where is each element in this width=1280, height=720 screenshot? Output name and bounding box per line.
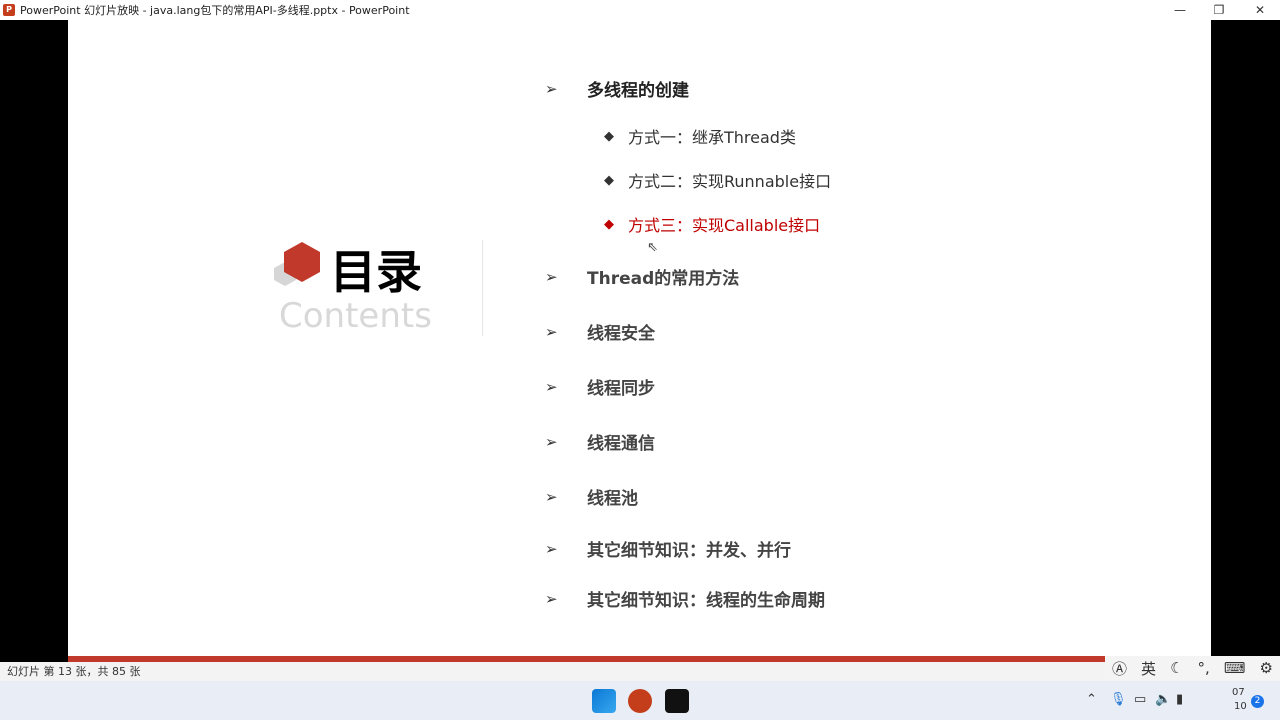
toc-label: 线程同步 [587, 379, 655, 399]
close-button[interactable]: ✕ [1240, 0, 1280, 20]
tray-chevron-icon[interactable]: ⌃ [1086, 692, 1097, 707]
toc-subitem: ◆ 方式一：继承Thread类 [604, 124, 796, 148]
toc-item: ➢ 其它细节知识：并发、并行 [545, 536, 791, 562]
windows-start-icon[interactable] [592, 689, 616, 713]
diamond-bullet-icon: ◆ [604, 172, 614, 188]
ime-toolbar: Ⓐ 英 ☾ °, ⌨ ⚙ [1105, 656, 1280, 680]
toc-sublabel: 方式一：继承Thread类 [628, 128, 796, 147]
slide-title: 目录 [330, 245, 422, 299]
settings-gear-icon[interactable]: ⚙ [1260, 659, 1273, 677]
toc-label: Thread的常用方法 [587, 269, 740, 289]
toc-sublabel: 方式二：实现Runnable接口 [628, 172, 832, 191]
toc-label: 线程池 [587, 489, 638, 509]
arrow-bullet-icon: ➢ [545, 377, 558, 396]
toc-label: 线程通信 [587, 434, 655, 454]
arrow-bullet-icon: ➢ [545, 589, 558, 608]
volume-icon[interactable]: 🔈 [1155, 692, 1171, 707]
toc-sublabel: 方式三：实现Callable接口 [628, 216, 821, 235]
slide-subtitle: Contents [279, 296, 432, 336]
minimize-button[interactable]: — [1160, 0, 1200, 20]
microphone-icon[interactable]: 🎙 [1110, 692, 1127, 707]
toc-item: ➢ 多线程的创建 [545, 76, 689, 102]
arrow-bullet-icon: ➢ [545, 539, 558, 558]
toc-item: ➢ 线程池 [545, 484, 638, 510]
title-bar: P PowerPoint 幻灯片放映 - java.lang包下的常用API-多… [0, 0, 1280, 20]
toc-item: ➢ 线程通信 [545, 429, 655, 455]
powerpoint-icon: P [3, 4, 15, 16]
moon-icon[interactable]: ☾ [1170, 659, 1183, 677]
ime-logo-icon[interactable]: Ⓐ [1112, 658, 1127, 679]
arrow-bullet-icon: ➢ [545, 322, 558, 341]
status-bar: 幻灯片 第 13 张，共 85 张 [0, 662, 1280, 681]
restore-button[interactable]: ❐ [1199, 0, 1239, 20]
notification-badge[interactable]: 2 [1251, 695, 1264, 708]
arrow-bullet-icon: ➢ [545, 267, 558, 286]
toc-item: ➢ Thread的常用方法 [545, 264, 740, 290]
battery-icon[interactable]: ▮ [1176, 692, 1183, 707]
toc-item: ➢ 线程安全 [545, 319, 655, 345]
toc-item: ➢ 线程同步 [545, 374, 655, 400]
keyboard-icon[interactable]: ⌨ [1224, 659, 1246, 677]
mouse-cursor-icon: ⇖ [647, 240, 658, 255]
network-icon[interactable]: ▭ [1134, 692, 1146, 707]
diamond-bullet-icon: ◆ [604, 216, 614, 232]
slide-counter: 幻灯片 第 13 张，共 85 张 [7, 665, 141, 678]
taskbar: ⌃ 🎙 ▭ 🔈 ▮ 07 10 2 [0, 681, 1280, 720]
punctuation-icon[interactable]: °, [1198, 659, 1210, 677]
slide[interactable]: 目录 Contents ➢ 多线程的创建 ◆ 方式一：继承Thread类 ◆ 方式二：… [68, 20, 1211, 662]
window-title: PowerPoint 幻灯片放映 - java.lang包下的常用API-多线程… [20, 4, 410, 17]
intellij-taskbar-icon[interactable] [665, 689, 689, 713]
diamond-bullet-icon: ◆ [604, 128, 614, 144]
divider [482, 240, 483, 336]
arrow-bullet-icon: ➢ [545, 432, 558, 451]
clock-time[interactable]: 07 [1232, 687, 1245, 698]
arrow-bullet-icon: ➢ [545, 487, 558, 506]
toc-subitem: ◆ 方式二：实现Runnable接口 [604, 168, 832, 192]
toc-label: 线程安全 [587, 324, 655, 344]
toc-subitem-active: ◆ 方式三：实现Callable接口 [604, 212, 821, 236]
toc-label: 其它细节知识：并发、并行 [587, 541, 791, 561]
arrow-bullet-icon: ➢ [545, 79, 558, 98]
ime-mode-button[interactable]: 英 [1141, 658, 1156, 679]
toc-label: 其它细节知识：线程的生命周期 [587, 591, 825, 611]
clock-date[interactable]: 10 [1234, 701, 1247, 712]
powerpoint-taskbar-icon[interactable] [628, 689, 652, 713]
toc-item: ➢ 其它细节知识：线程的生命周期 [545, 586, 825, 612]
toc-label: 多线程的创建 [587, 81, 689, 101]
